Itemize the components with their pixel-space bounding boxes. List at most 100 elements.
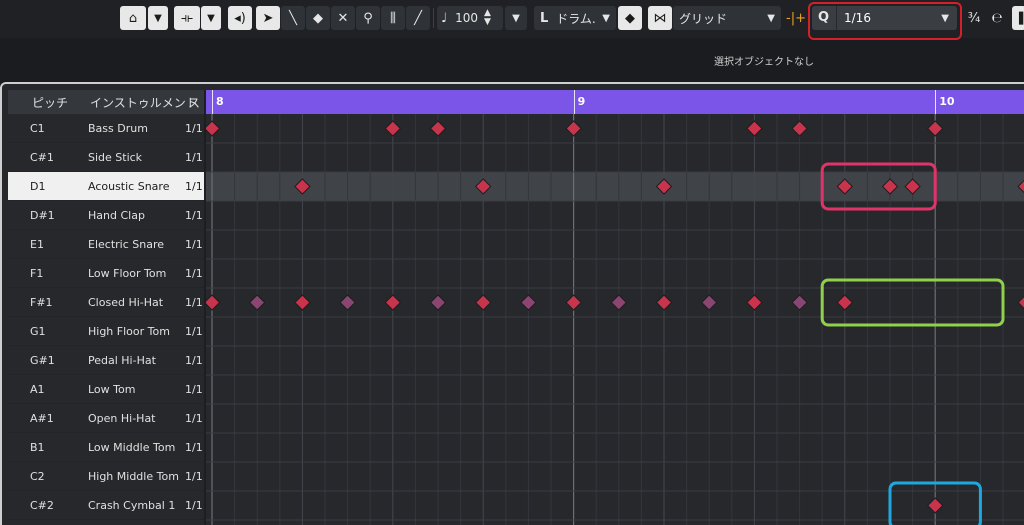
instrument-quantize: 1/1 <box>185 441 203 454</box>
instrument-row[interactable]: G#1 Pedal Hi-Hat 1/1 <box>8 346 204 375</box>
draw-line-icon: ╲ <box>289 10 297 26</box>
triplet-button[interactable]: ¾ <box>962 6 986 30</box>
instrument-row[interactable]: E1 Electric Snare 1/1 <box>8 230 204 259</box>
instrument-name: Electric Snare <box>88 238 165 251</box>
grid-type-button[interactable]: ⋈ <box>648 6 672 30</box>
auto-scroll-button[interactable]: ⌂ <box>120 6 146 30</box>
velocity-stepper-icon[interactable]: ▲ ▼ <box>484 9 491 27</box>
bar-ruler[interactable]: 8 9 10 <box>206 90 1024 114</box>
velocity-dropdown[interactable]: ▼ <box>505 6 527 30</box>
drum-map-select[interactable]: L ドラム. ▼ <box>534 6 616 30</box>
note-grid[interactable] <box>206 114 1024 525</box>
instrument-row[interactable]: C#2 Crash Cymbal 1 1/1 <box>8 491 204 520</box>
tool-zoom[interactable]: ⚲ <box>356 6 380 30</box>
drum-note[interactable] <box>655 294 673 311</box>
line-tool-icon: ╱ <box>414 10 422 26</box>
instrument-pitch: A#1 <box>30 412 54 425</box>
instrument-pitch: G#1 <box>30 354 55 367</box>
tool-mute[interactable]: ✕ <box>331 6 355 30</box>
drum-note[interactable] <box>746 120 763 137</box>
instrument-quantize: 1/1 <box>185 122 203 135</box>
instrument-row[interactable]: C#1 Side Stick 1/1 <box>8 143 204 172</box>
eraser-icon: ◆ <box>313 10 323 26</box>
instrument-pitch: C2 <box>30 470 45 483</box>
instrument-row[interactable]: F#1 Closed Hi-Hat 1/1 <box>8 288 204 317</box>
auto-scroll-icon: ⌂ <box>128 10 138 26</box>
instrument-name: Open Hi-Hat <box>88 412 156 425</box>
drum-note[interactable] <box>474 294 492 311</box>
instrument-pitch: B1 <box>30 441 45 454</box>
bar-tick <box>935 90 937 114</box>
instrument-row[interactable]: C2 High Middle Tom 1/1 <box>8 462 204 491</box>
iterative-quantize-button[interactable]: ℮ <box>986 6 1008 30</box>
drum-diamond-icon: ◆ <box>625 10 635 26</box>
instrument-row[interactable]: F1 Low Floor Tom 1/1 <box>8 259 204 288</box>
drum-note[interactable] <box>926 120 944 137</box>
velocity-field[interactable]: ♩ 100 ▲ ▼ <box>437 6 503 30</box>
instrument-name: Acoustic Snare <box>88 180 170 193</box>
drum-note[interactable] <box>746 294 763 311</box>
instrument-name: High Floor Tom <box>88 325 170 338</box>
instrument-pitch: F1 <box>30 267 44 280</box>
drum-note[interactable] <box>1017 295 1024 310</box>
drum-note[interactable] <box>248 294 266 311</box>
drum-note[interactable] <box>791 294 808 311</box>
speaker-icon: ◂) <box>234 10 246 26</box>
snap-mode-dropdown[interactable]: ▼ <box>201 6 221 30</box>
tool-draw[interactable]: ╲ <box>281 6 305 30</box>
quantize-highlight-frame <box>808 2 962 40</box>
instrument-pitch: C#2 <box>30 499 54 512</box>
edit-in-place-button[interactable]: ▐ <box>1012 6 1024 30</box>
tool-select[interactable]: ➤ <box>256 6 280 30</box>
drum-note[interactable] <box>836 294 854 311</box>
mute-x-icon: ✕ <box>337 10 349 26</box>
instrument-pitch: E1 <box>30 238 44 251</box>
grid-type-select[interactable]: グリッド ▼ <box>673 6 781 30</box>
instrument-name: Low Middle Tom <box>88 441 176 454</box>
triplet-label: ¾ <box>967 10 981 26</box>
snap-mode-button[interactable]: ⟛ <box>174 6 200 30</box>
instrument-row[interactable]: D#1 Hand Clap 1/1 <box>8 201 204 230</box>
bar-number: 10 <box>939 95 955 108</box>
drum-note[interactable] <box>206 120 221 137</box>
drum-note[interactable] <box>610 294 628 311</box>
acoustic-feedback-button[interactable]: ◂) <box>228 6 252 30</box>
drum-note[interactable] <box>429 120 447 137</box>
drumstick-icon: ⫼ <box>390 10 396 26</box>
instrument-row[interactable]: D1 Acoustic Snare 1/1 <box>8 172 204 201</box>
header-length[interactable]: ス <box>188 94 200 111</box>
drum-note[interactable] <box>565 120 582 137</box>
tool-drumstick[interactable]: ⫼ <box>381 6 405 30</box>
toolbar-separator <box>433 8 434 28</box>
drum-note[interactable] <box>791 120 808 137</box>
drum-note[interactable] <box>339 294 356 311</box>
instrument-row[interactable]: A#1 Open Hi-Hat 1/1 <box>8 404 204 433</box>
drum-note[interactable] <box>206 294 221 311</box>
instrument-row[interactable]: A1 Low Tom 1/1 <box>8 375 204 404</box>
drum-note[interactable] <box>294 294 311 311</box>
instrument-row[interactable]: G1 High Floor Tom 1/1 <box>8 317 204 346</box>
header-instrument[interactable]: インストゥルメント <box>90 94 198 111</box>
insert-marker-button[interactable]: -|+ <box>784 6 808 30</box>
instrument-quantize: 1/1 <box>185 296 203 309</box>
instrument-quantize: 1/1 <box>185 238 203 251</box>
drum-note[interactable] <box>429 294 447 311</box>
instrument-quantize: 1/1 <box>185 354 203 367</box>
instrument-pitch: C1 <box>30 122 45 135</box>
drum-note[interactable] <box>384 294 402 311</box>
header-pitch[interactable]: ピッチ <box>32 94 68 111</box>
instrument-row[interactable]: B1 Low Middle Tom 1/1 <box>8 433 204 462</box>
drum-note[interactable] <box>700 294 718 311</box>
drum-map-toggle[interactable]: ◆ <box>618 6 642 30</box>
instrument-quantize: 1/1 <box>185 180 203 193</box>
instrument-pitch: D1 <box>30 180 46 193</box>
instrument-quantize: 1/1 <box>185 267 203 280</box>
drum-note[interactable] <box>565 294 582 311</box>
drum-note[interactable] <box>520 294 537 311</box>
drum-note[interactable] <box>384 120 402 137</box>
drum-note[interactable] <box>926 497 944 514</box>
auto-scroll-dropdown[interactable]: ▼ <box>148 6 168 30</box>
tool-erase[interactable]: ◆ <box>306 6 330 30</box>
tool-line[interactable]: ╱ <box>406 6 430 30</box>
instrument-row[interactable]: C1 Bass Drum 1/1 <box>8 114 204 143</box>
